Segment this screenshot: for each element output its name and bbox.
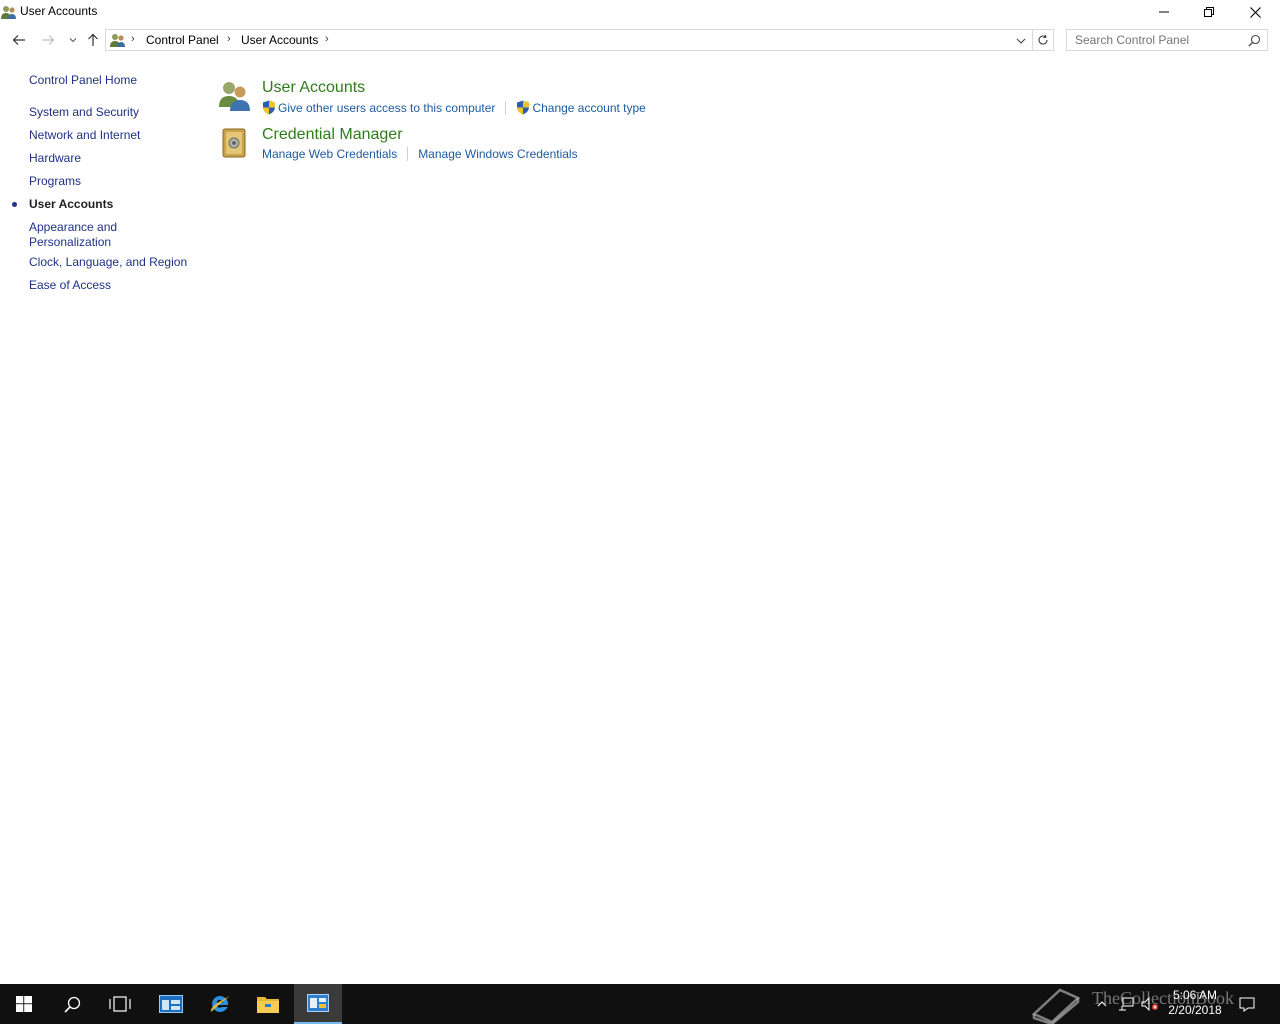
sidebar-item-system-and-security[interactable]: System and Security (29, 105, 199, 120)
volume-muted-icon (1141, 997, 1158, 1011)
breadcrumb-separator-icon: › (325, 33, 329, 45)
minimize-button[interactable] (1141, 0, 1187, 24)
server-manager-icon (159, 995, 183, 1013)
give-other-users-access-link[interactable]: Give other users access to this computer (262, 100, 495, 115)
link-separator (407, 147, 409, 161)
back-button[interactable] (8, 28, 30, 52)
user-accounts-icon (110, 34, 125, 47)
arrow-up-icon (88, 33, 98, 46)
show-hidden-icons-button[interactable] (1092, 984, 1112, 1024)
action-center-button[interactable] (1236, 984, 1258, 1024)
address-bar[interactable]: › Control Panel › User Accounts › (105, 29, 1033, 51)
address-history-button[interactable] (1011, 31, 1031, 51)
search-box[interactable] (1066, 29, 1268, 51)
user-accounts-heading[interactable]: User Accounts (262, 79, 365, 97)
minimize-icon (1159, 11, 1169, 13)
navigation-bar: › Control Panel › User Accounts › (0, 28, 1280, 52)
start-icon (16, 996, 32, 1012)
search-input[interactable] (1067, 30, 1243, 50)
sidebar-item-user-accounts[interactable]: User Accounts (29, 197, 199, 212)
internet-explorer-icon (210, 995, 230, 1012)
credential-manager-links: Manage Web Credentials Manage Windows Cr… (262, 147, 578, 161)
uac-shield-icon (263, 100, 275, 115)
manage-windows-credentials-link[interactable]: Manage Windows Credentials (418, 147, 577, 161)
start-button[interactable] (0, 984, 48, 1024)
change-account-type-label: Change account type (532, 100, 646, 115)
search-icon[interactable] (1248, 34, 1261, 47)
sidebar-item-clock-language-region[interactable]: Clock, Language, and Region (29, 255, 199, 270)
network-tray-button[interactable] (1116, 984, 1136, 1024)
sidebar-item-appearance-and-personalization[interactable]: Appearance and Personalization (29, 220, 129, 250)
restore-icon (1204, 7, 1214, 17)
taskbar: TheCollectionBook 5:06 AM 2/20/2018 (0, 984, 1280, 1024)
sidebar-item-programs[interactable]: Programs (29, 174, 199, 189)
give-other-users-access-label: Give other users access to this computer (278, 100, 496, 115)
server-manager-button[interactable] (147, 984, 195, 1024)
forward-button[interactable] (37, 28, 59, 52)
taskbar-clock[interactable]: 5:06 AM 2/20/2018 (1160, 988, 1230, 1018)
search-icon (63, 996, 80, 1013)
breadcrumb-separator-icon: › (227, 33, 231, 45)
up-button[interactable] (82, 28, 104, 52)
task-view-icon (109, 996, 131, 1012)
refresh-button[interactable] (1033, 29, 1054, 51)
book-logo-icon (1031, 988, 1081, 1024)
taskbar-search-button[interactable] (48, 984, 96, 1024)
task-view-button[interactable] (96, 984, 144, 1024)
recent-locations-button[interactable] (62, 28, 84, 52)
change-account-type-link[interactable]: Change account type (516, 100, 646, 115)
control-panel-home-link[interactable]: Control Panel Home (29, 73, 137, 87)
refresh-icon (1038, 34, 1048, 45)
credential-vault-icon (222, 128, 246, 158)
user-accounts-icon (1, 6, 16, 19)
control-panel-taskbar-button[interactable] (294, 984, 342, 1024)
users-icon (219, 82, 250, 111)
manage-web-credentials-link[interactable]: Manage Web Credentials (262, 147, 397, 161)
link-separator (505, 100, 507, 115)
control-panel-icon (307, 994, 329, 1012)
breadcrumb-user-accounts[interactable]: User Accounts (241, 33, 318, 47)
current-item-bullet-icon (12, 202, 17, 207)
arrow-right-icon (42, 35, 55, 45)
window-title: User Accounts (20, 4, 98, 18)
close-button[interactable] (1232, 0, 1278, 24)
user-accounts-links: Give other users access to this computer… (262, 100, 646, 115)
clock-time: 5:06 AM (1172, 988, 1218, 1002)
uac-shield-icon (517, 100, 530, 115)
chevron-up-icon (1097, 1001, 1107, 1007)
sidebar-item-hardware[interactable]: Hardware (29, 151, 199, 166)
chevron-down-icon (69, 38, 77, 43)
chevron-down-icon (1016, 38, 1026, 44)
internet-explorer-button[interactable] (196, 984, 244, 1024)
breadcrumb-control-panel[interactable]: Control Panel (146, 33, 219, 47)
breadcrumb-separator-icon: › (131, 33, 135, 45)
file-explorer-button[interactable] (244, 984, 292, 1024)
close-icon (1249, 6, 1261, 18)
arrow-left-icon (12, 35, 25, 45)
network-icon (1119, 997, 1134, 1011)
file-explorer-icon (257, 997, 279, 1013)
restore-button[interactable] (1186, 0, 1232, 24)
volume-tray-button[interactable] (1139, 984, 1161, 1024)
sidebar-item-network-and-internet[interactable]: Network and Internet (29, 128, 199, 143)
title-bar: User Accounts (0, 0, 1280, 24)
notification-icon (1239, 997, 1255, 1012)
clock-date: 2/20/2018 (1168, 1003, 1222, 1017)
sidebar-item-ease-of-access[interactable]: Ease of Access (29, 278, 199, 293)
credential-manager-heading[interactable]: Credential Manager (262, 126, 403, 144)
